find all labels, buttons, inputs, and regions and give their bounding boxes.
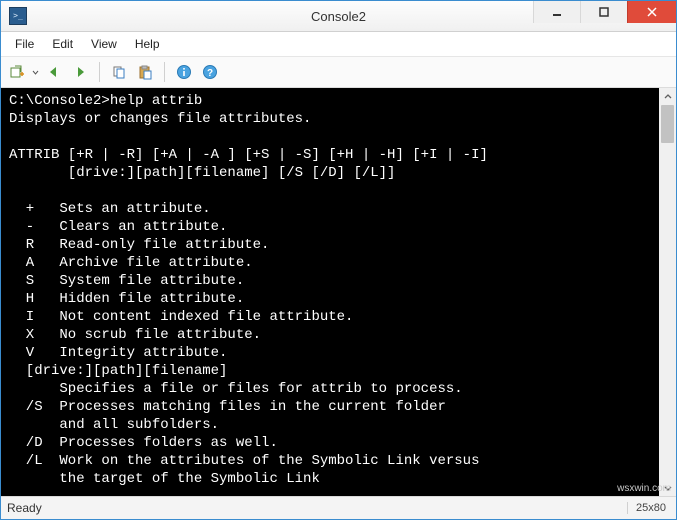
- chevron-down-icon: [664, 484, 672, 492]
- output-line: - Clears an attribute.: [9, 219, 227, 235]
- output-line: H Hidden file attribute.: [9, 291, 244, 307]
- toolbar-separator: [99, 62, 100, 82]
- output-line: [drive:][path][filename]: [9, 363, 227, 379]
- app-window: Console2 File Edit View Help: [0, 0, 677, 520]
- console-area: C:\Console2>help attrib Displays or chan…: [1, 88, 676, 496]
- app-icon: [9, 7, 27, 25]
- chevron-down-icon: [32, 69, 39, 76]
- output-line: ATTRIB [+R | -R] [+A | -A ] [+S | -S] [+…: [9, 147, 488, 163]
- svg-text:?: ?: [207, 68, 213, 79]
- next-tab-button[interactable]: [69, 61, 91, 83]
- statusbar: Ready 25x80: [1, 496, 676, 519]
- minimize-button[interactable]: [533, 1, 580, 23]
- maximize-icon: [599, 7, 609, 17]
- output-line: I Not content indexed file attribute.: [9, 309, 353, 325]
- window-controls: [533, 1, 676, 23]
- scroll-thumb[interactable]: [661, 105, 674, 143]
- scroll-down-button[interactable]: [659, 479, 676, 496]
- menu-file[interactable]: File: [7, 35, 42, 53]
- prompt: C:\Console2>: [9, 93, 110, 109]
- help-icon: ?: [202, 64, 218, 80]
- menu-view[interactable]: View: [83, 35, 125, 53]
- output-line: and all subfolders.: [9, 417, 219, 433]
- menu-help[interactable]: Help: [127, 35, 168, 53]
- status-text: Ready: [7, 501, 42, 515]
- output-line: V Integrity attribute.: [9, 345, 227, 361]
- arrow-right-icon: [72, 64, 88, 80]
- menu-edit[interactable]: Edit: [44, 35, 81, 53]
- output-line: Specifies a file or files for attrib to …: [9, 381, 463, 397]
- paste-icon: [137, 64, 153, 80]
- copy-icon: [111, 64, 127, 80]
- help-button[interactable]: ?: [199, 61, 221, 83]
- close-button[interactable]: [627, 1, 676, 23]
- output-line: the target of the Symbolic Link: [9, 471, 320, 487]
- output-line: S System file attribute.: [9, 273, 244, 289]
- console-output[interactable]: C:\Console2>help attrib Displays or chan…: [1, 88, 659, 496]
- vertical-scrollbar[interactable]: [659, 88, 676, 496]
- status-dimensions: 25x80: [627, 502, 670, 514]
- output-line: X No scrub file attribute.: [9, 327, 261, 343]
- toolbar-separator: [164, 62, 165, 82]
- chevron-up-icon: [664, 93, 672, 101]
- output-line: /L Work on the attributes of the Symboli…: [9, 453, 479, 469]
- maximize-button[interactable]: [580, 1, 627, 23]
- menubar: File Edit View Help: [1, 32, 676, 57]
- close-icon: [647, 7, 657, 17]
- output-line: + Sets an attribute.: [9, 201, 211, 217]
- arrow-left-icon: [46, 64, 62, 80]
- new-tab-button[interactable]: [7, 61, 29, 83]
- output-line: /S Processes matching files in the curre…: [9, 399, 446, 415]
- output-line: [drive:][path][filename] [/S [/D] [/L]]: [9, 165, 395, 181]
- output-line: Displays or changes file attributes.: [9, 111, 311, 127]
- prev-tab-button[interactable]: [43, 61, 65, 83]
- output-line: A Archive file attribute.: [9, 255, 253, 271]
- info-icon: [176, 64, 192, 80]
- copy-button[interactable]: [108, 61, 130, 83]
- titlebar: Console2: [1, 1, 676, 32]
- new-tab-dropdown[interactable]: [31, 69, 39, 76]
- output-line: R Read-only file attribute.: [9, 237, 269, 253]
- scroll-track[interactable]: [659, 105, 676, 479]
- toolbar: ?: [1, 57, 676, 88]
- typed-command: help attrib: [110, 93, 202, 109]
- paste-button[interactable]: [134, 61, 156, 83]
- output-line: /D Processes folders as well.: [9, 435, 278, 451]
- minimize-icon: [552, 7, 562, 17]
- scroll-up-button[interactable]: [659, 88, 676, 105]
- info-button[interactable]: [173, 61, 195, 83]
- new-tab-icon: [10, 64, 26, 80]
